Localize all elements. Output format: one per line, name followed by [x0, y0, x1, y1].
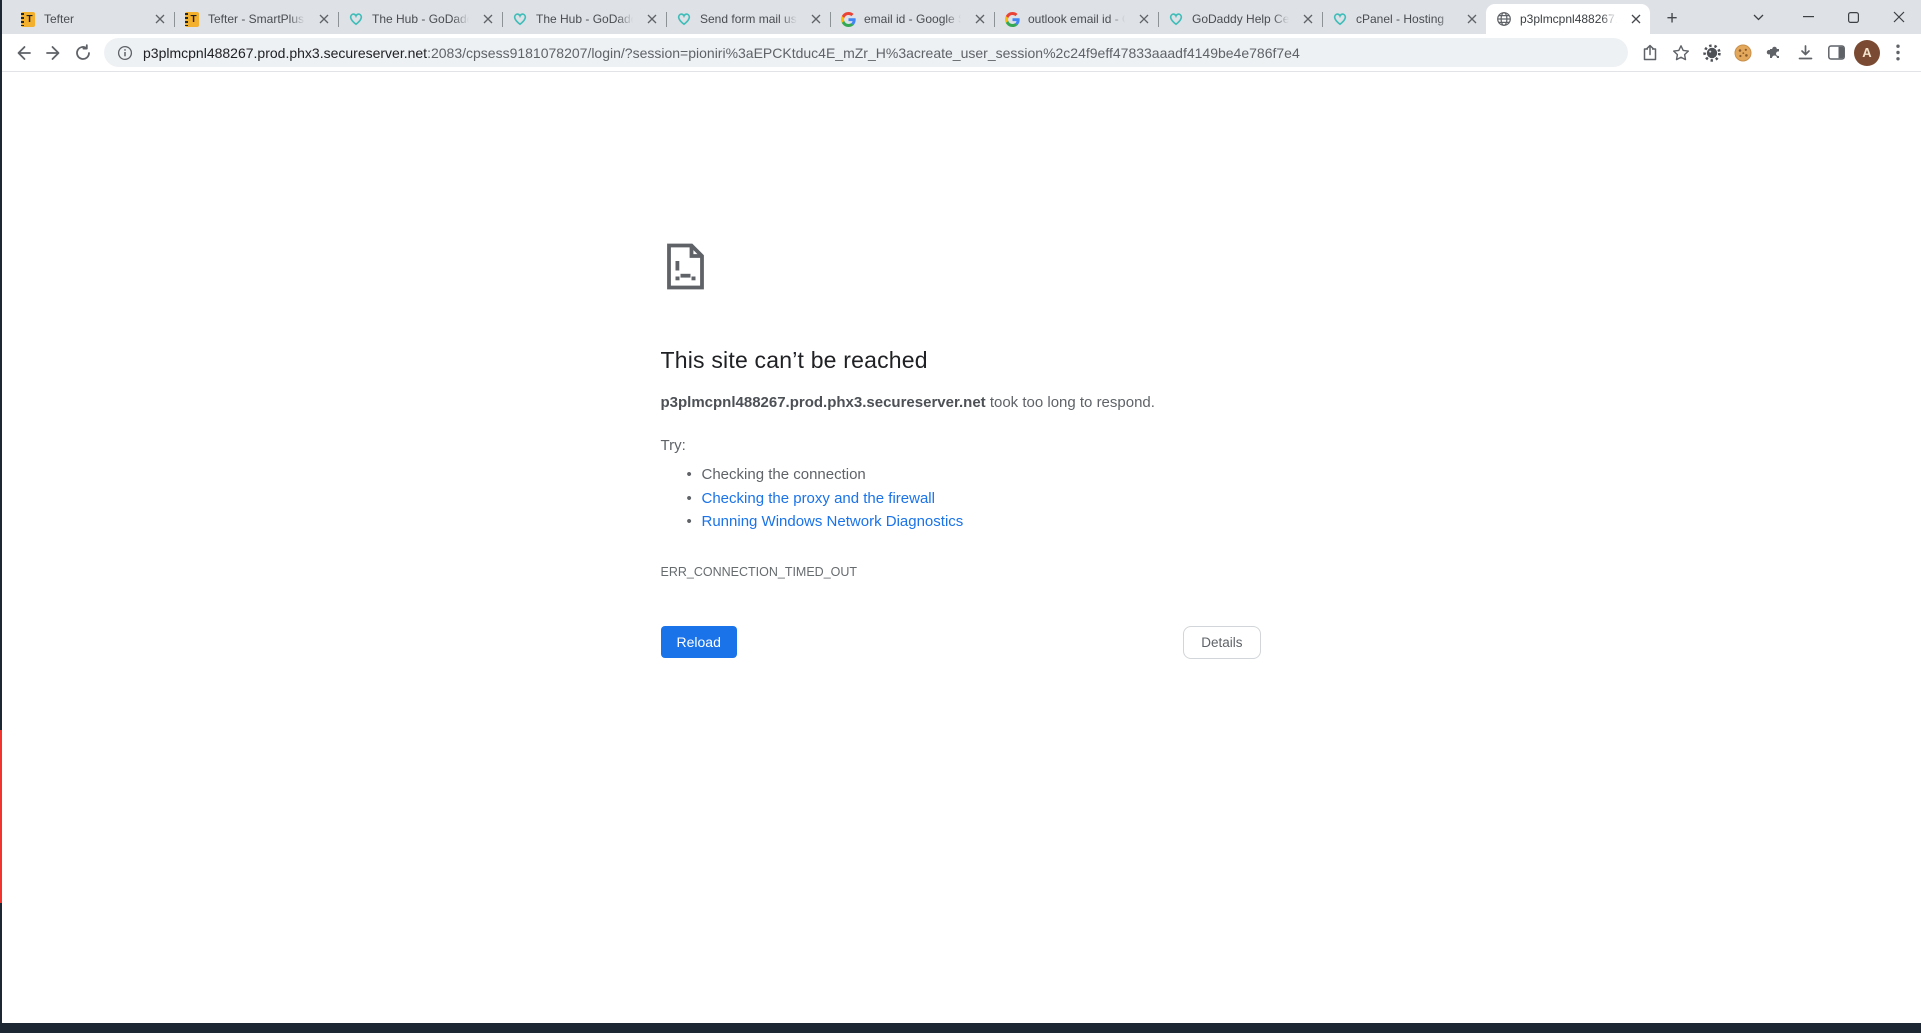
adblock-extension-icon[interactable] — [1697, 38, 1727, 68]
tab-the-hub-godaddy-1[interactable]: The Hub - GoDadd — [338, 4, 502, 34]
reload-icon[interactable] — [68, 38, 98, 68]
cookie-extension-icon[interactable] — [1728, 38, 1758, 68]
error-code: ERR_CONNECTION_TIMED_OUT — [661, 565, 1261, 579]
tab-godaddy-help[interactable]: GoDaddy Help Cen — [1158, 4, 1322, 34]
minimize-button[interactable] — [1786, 0, 1831, 34]
tab-label: email id - Google S — [864, 12, 963, 26]
google-icon — [840, 11, 856, 27]
window-controls — [1738, 0, 1921, 34]
downloads-icon[interactable] — [1790, 38, 1820, 68]
suggestion-list: Checking the connection Checking the pro… — [661, 463, 1261, 534]
tab-close-icon[interactable] — [1299, 11, 1316, 28]
tab-email-id-google[interactable]: email id - Google S — [830, 4, 994, 34]
browser-toolbar: p3plmcpnl488267.prod.phx3.secureserver.n… — [0, 34, 1921, 72]
tab-label: p3plmcpnl488267.p — [1520, 12, 1619, 26]
tab-close-icon[interactable] — [1627, 11, 1644, 28]
tab-label: cPanel - Hosting — [1356, 12, 1455, 26]
tab-close-icon[interactable] — [807, 11, 824, 28]
back-icon[interactable] — [8, 38, 38, 68]
godaddy-icon — [512, 11, 528, 27]
details-button[interactable]: Details — [1183, 626, 1260, 659]
maximize-button[interactable] — [1831, 0, 1876, 34]
close-window-button[interactable] — [1876, 0, 1921, 34]
error-message-suffix: took too long to respond. — [986, 394, 1155, 411]
tab-send-form-mail[interactable]: Send form mail usi — [666, 4, 830, 34]
page-info-icon[interactable] — [117, 45, 133, 61]
godaddy-icon — [348, 11, 364, 27]
page-content: This site can’t be reached p3plmcpnl4882… — [0, 73, 1921, 1023]
godaddy-icon — [1168, 11, 1184, 27]
tab-label: Tefter — [44, 12, 143, 26]
tefter-icon: T — [20, 11, 36, 27]
tab-close-icon[interactable] — [971, 11, 988, 28]
google-icon — [1004, 11, 1020, 27]
tab-close-icon[interactable] — [151, 11, 168, 28]
suggestion-checking-connection: Checking the connection — [661, 463, 1261, 487]
new-tab-button[interactable]: + — [1658, 5, 1686, 33]
sad-page-icon — [661, 240, 710, 293]
tab-search-chevron-icon[interactable] — [1738, 0, 1778, 34]
url-path: :2083/cpsess9181078207/login/?session=pi… — [427, 45, 1300, 61]
extensions-puzzle-icon[interactable] — [1759, 38, 1789, 68]
tab-tefter-smartplus[interactable]: T Tefter - SmartPlus — [174, 4, 338, 34]
error-message: p3plmcpnl488267.prod.phx3.secureserver.n… — [661, 393, 1261, 413]
error-host: p3plmcpnl488267.prod.phx3.secureserver.n… — [661, 394, 986, 411]
suggestion-network-diagnostics-link[interactable]: Running Windows Network Diagnostics — [661, 510, 1261, 534]
suggestion-proxy-firewall-link[interactable]: Checking the proxy and the firewall — [661, 487, 1261, 511]
screen-bottom-bar — [0, 1023, 1921, 1033]
address-bar[interactable]: p3plmcpnl488267.prod.phx3.secureserver.n… — [104, 38, 1628, 67]
globe-icon — [1496, 11, 1512, 27]
tab-label: Tefter - SmartPlus — [208, 12, 307, 26]
url-host: p3plmcpnl488267.prod.phx3.secureserver.n… — [143, 45, 427, 61]
tab-close-icon[interactable] — [1135, 11, 1152, 28]
tefter-icon: T — [184, 11, 200, 27]
tab-tefter[interactable]: T Tefter — [10, 4, 174, 34]
url-text[interactable]: p3plmcpnl488267.prod.phx3.secureserver.n… — [143, 45, 1300, 61]
tab-label: Send form mail usi — [700, 12, 799, 26]
error-panel: This site can’t be reached p3plmcpnl4882… — [661, 240, 1261, 659]
browser-window: T Tefter T Tefter - SmartPlus The Hub - … — [0, 0, 1921, 1033]
error-title: This site can’t be reached — [661, 347, 1261, 374]
godaddy-icon — [676, 11, 692, 27]
error-buttons-row: Reload Details — [661, 626, 1261, 659]
tab-close-icon[interactable] — [315, 11, 332, 28]
tab-label: GoDaddy Help Cen — [1192, 12, 1291, 26]
tab-outlook-email-id[interactable]: outlook email id - O — [994, 4, 1158, 34]
forward-icon[interactable] — [38, 38, 68, 68]
profile-avatar[interactable]: A — [1852, 38, 1882, 68]
screen-left-edge-red-segment — [0, 730, 2, 903]
tab-the-hub-godaddy-2[interactable]: The Hub - GoDadd — [502, 4, 666, 34]
tab-close-icon[interactable] — [643, 11, 660, 28]
tab-p3plmcpnl-active[interactable]: p3plmcpnl488267.p — [1486, 4, 1650, 34]
menu-dots-icon[interactable] — [1883, 38, 1913, 68]
godaddy-icon — [1332, 11, 1348, 27]
tab-close-icon[interactable] — [1463, 11, 1480, 28]
tab-label: The Hub - GoDadd — [536, 12, 635, 26]
tab-cpanel-hosting[interactable]: cPanel - Hosting — [1322, 4, 1486, 34]
tab-label: The Hub - GoDadd — [372, 12, 471, 26]
tab-label: outlook email id - O — [1028, 12, 1127, 26]
reload-button[interactable]: Reload — [661, 626, 737, 658]
tab-strip: T Tefter T Tefter - SmartPlus The Hub - … — [0, 0, 1921, 34]
side-panel-icon[interactable] — [1821, 38, 1851, 68]
avatar-letter: A — [1854, 40, 1880, 66]
try-label: Try: — [661, 437, 1261, 454]
tab-close-icon[interactable] — [479, 11, 496, 28]
share-icon[interactable] — [1635, 38, 1665, 68]
bookmark-star-icon[interactable] — [1666, 38, 1696, 68]
